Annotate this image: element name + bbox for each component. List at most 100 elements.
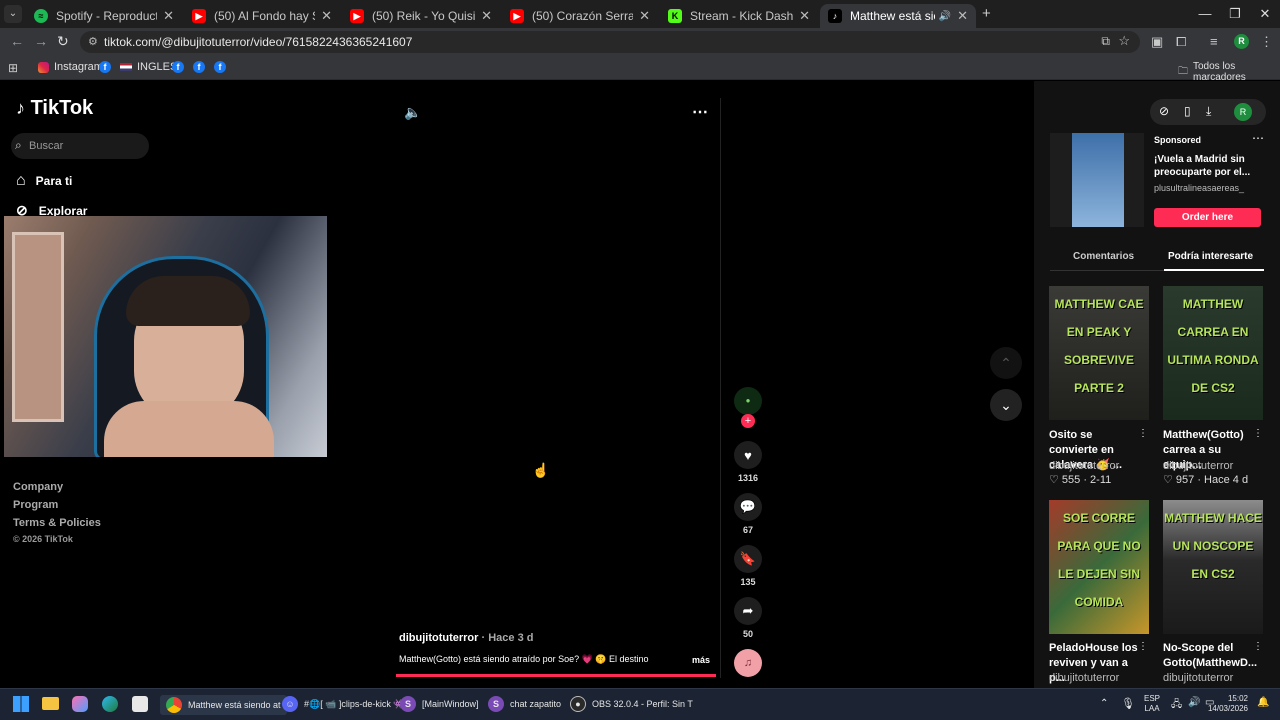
recommended-video-card[interactable]: MATTHEW HACE UN NOSCOPE EN CS2 — [1163, 500, 1263, 634]
reading-list-icon[interactable]: ≡ — [1210, 34, 1218, 49]
profile-avatar[interactable]: R — [1234, 34, 1249, 49]
ad-title[interactable]: ¡Vuela a Madrid sin preocuparte por el..… — [1154, 153, 1258, 179]
close-icon[interactable]: ✕ — [799, 8, 810, 24]
new-tab-button[interactable]: + — [982, 5, 991, 22]
video-author[interactable]: dibujitotuterror — [399, 632, 478, 644]
audio-playing-icon[interactable]: 🔊 — [939, 11, 951, 22]
all-bookmarks-folder[interactable]: 🗀 Todos los marcadores — [1178, 61, 1280, 83]
tab-kick[interactable]: K Stream - Kick Dashboard ✕ — [660, 4, 818, 28]
tab-tiktok[interactable]: ♪ Matthew está siendo atraído 🔊 ✕ — [820, 4, 976, 28]
bookmark-facebook-1[interactable]: f — [99, 61, 111, 73]
taskbar-obs[interactable]: ● OBS 32.0.4 - Perfil: Sin T — [570, 696, 693, 712]
user-avatar[interactable]: R — [1234, 103, 1252, 121]
previous-video-button[interactable]: ⌃ — [990, 347, 1022, 379]
sound-disc[interactable]: ♫ — [734, 649, 762, 677]
site-info-icon[interactable]: ⚙ — [88, 35, 98, 48]
microphone-icon[interactable]: 🎙 — [1121, 697, 1135, 710]
reload-button[interactable]: ↻ — [57, 33, 69, 50]
close-icon[interactable]: ✕ — [163, 8, 174, 24]
tab-search-button[interactable]: ⌄ — [4, 5, 22, 23]
network-icon[interactable]: 🖧 — [1171, 697, 1182, 714]
clock[interactable]: 15:02 14/03/2026 — [1208, 694, 1248, 714]
follow-button[interactable]: + — [741, 414, 755, 428]
card-author[interactable]: dibujitotuterror — [1049, 460, 1119, 472]
volume-tray-icon[interactable]: 🔊 — [1188, 697, 1200, 708]
card-more-icon[interactable]: ⋮ — [1138, 641, 1148, 652]
recommended-video-card[interactable]: MATTHEW CAE EN PEAK Y SOBREVIVE PARTE 2 — [1049, 286, 1149, 420]
next-video-button[interactable]: ⌄ — [990, 389, 1022, 421]
card-author[interactable]: dibujitotuterror — [1163, 672, 1233, 684]
share-button[interactable]: ➦ 50 — [734, 597, 762, 639]
close-icon[interactable]: ✕ — [481, 8, 492, 24]
taskbar-streamerbot-main[interactable]: S [MainWindow] — [400, 696, 479, 712]
apps-grid-icon[interactable]: ⊞ — [8, 61, 18, 75]
notifications-icon[interactable]: 🔔 — [1257, 697, 1269, 708]
restore-button[interactable]: ❐ — [1220, 6, 1250, 22]
bookmark-facebook-3[interactable]: f — [193, 61, 205, 73]
video-player[interactable]: 🔈 ⋯ ☝ dibujitotuterror · Hace 3 d Matthe… — [392, 98, 720, 678]
device-icon[interactable]: ▯ — [1184, 104, 1191, 118]
close-window-button[interactable]: ✕ — [1250, 6, 1280, 22]
volume-icon[interactable]: 🔈 — [404, 104, 421, 121]
taskbar-chrome[interactable]: Matthew está siendo at — [160, 695, 287, 715]
card-more-icon[interactable]: ⋮ — [1253, 428, 1263, 439]
back-button[interactable]: ← — [10, 33, 24, 49]
bookmark-facebook-4[interactable]: f — [214, 61, 226, 73]
ad-thumbnail[interactable] — [1050, 133, 1144, 227]
save-button[interactable]: 🔖 135 — [734, 545, 762, 587]
card-more-icon[interactable]: ⋮ — [1138, 428, 1148, 439]
edge-icon[interactable] — [102, 696, 118, 712]
tab-youtube-3[interactable]: ▶ (50) Corazón Serrano - Como S ✕ — [502, 4, 658, 28]
video-progress-bar[interactable] — [396, 674, 716, 677]
tab-podria-interesarte[interactable]: Podría interesarte — [1168, 251, 1253, 262]
tab-comentarios[interactable]: Comentarios — [1073, 251, 1134, 262]
ad-more-icon[interactable]: ⋯ — [1252, 131, 1264, 145]
tab-youtube-1[interactable]: ▶ (50) Al Fondo hay Sitio 8: Franc ✕ — [184, 4, 340, 28]
tray-overflow-icon[interactable]: ⌃ — [1100, 698, 1108, 709]
download-icon[interactable]: ⤓ — [1206, 104, 1211, 119]
forward-button[interactable]: → — [34, 33, 48, 49]
taskbar-discord[interactable]: ☺ #🌐[ 📹 ]clips-de-kick 👾 | — [282, 696, 409, 712]
bookmark-instagram[interactable]: Instagram — [38, 61, 103, 73]
ad-order-button[interactable]: Order here — [1154, 208, 1261, 227]
footer-program[interactable]: Program — [13, 499, 58, 511]
creator-avatar[interactable]: ● — [734, 387, 762, 415]
explore-icon[interactable]: ⊘ — [1159, 104, 1169, 118]
language-indicator[interactable]: ESP LAA — [1144, 694, 1160, 714]
bookmark-ingles[interactable]: INGLES — [120, 61, 177, 73]
card-more-icon[interactable]: ⋮ — [1253, 641, 1263, 652]
bookmark-facebook-2[interactable]: f — [172, 61, 184, 73]
taskbar-streamerbot-chat[interactable]: S chat zapatito — [488, 696, 561, 712]
more-options-icon[interactable]: ⋯ — [692, 102, 708, 122]
tab-spotify[interactable]: ≈ Spotify - Reproductor web: mú ✕ — [26, 4, 182, 28]
tab-youtube-2[interactable]: ▶ (50) Reik - Yo Quisiera (Video) ✕ — [342, 4, 500, 28]
extensions-icon[interactable]: ⧠ — [1176, 34, 1186, 50]
footer-terms[interactable]: Terms & Policies — [13, 517, 101, 529]
ad-advertiser[interactable]: plusultralineasaereas_ — [1154, 183, 1244, 193]
store-icon[interactable] — [132, 696, 148, 712]
recommended-video-card[interactable]: MATTHEW CARREA EN ULTIMA RONDA DE CS2 — [1163, 286, 1263, 420]
address-bar[interactable]: ⚙ tiktok.com/@dibujitotuterror/video/761… — [80, 31, 1140, 53]
caption-more-button[interactable]: más — [692, 655, 710, 665]
recommended-video-card[interactable]: SOE CORRE PARA QUE NO LE DEJEN SIN COMID… — [1049, 500, 1149, 634]
menu-icon[interactable]: ⋮ — [1260, 34, 1273, 50]
tiktok-logo[interactable]: ♪ TikTok — [16, 97, 93, 120]
footer-company[interactable]: Company — [13, 481, 63, 493]
close-icon[interactable]: ✕ — [957, 8, 968, 24]
card-author[interactable]: dibujitotuterror — [1163, 460, 1233, 472]
nav-para-ti[interactable]: ⌂ Para ti — [16, 172, 72, 190]
windows-start-icon[interactable] — [13, 696, 29, 712]
card-title[interactable]: No-Scope del Gotto(MatthewD... — [1163, 641, 1257, 671]
search-input[interactable]: ⌕ Buscar — [11, 133, 149, 159]
install-app-icon[interactable]: ⧉ — [1101, 34, 1110, 49]
close-icon[interactable]: ✕ — [639, 8, 650, 24]
tab-media-icon[interactable]: ▣ — [1151, 34, 1163, 50]
comment-button[interactable]: 💬 67 — [734, 493, 762, 535]
file-explorer-icon[interactable] — [42, 697, 59, 710]
bookmark-star-icon[interactable]: ☆ — [1118, 33, 1130, 49]
minimize-button[interactable]: — — [1190, 6, 1220, 21]
card-author[interactable]: dibujitotuterror — [1049, 672, 1119, 684]
like-button[interactable]: ♥ 1316 — [734, 441, 762, 483]
close-icon[interactable]: ✕ — [321, 8, 332, 24]
copilot-icon[interactable] — [72, 696, 88, 712]
